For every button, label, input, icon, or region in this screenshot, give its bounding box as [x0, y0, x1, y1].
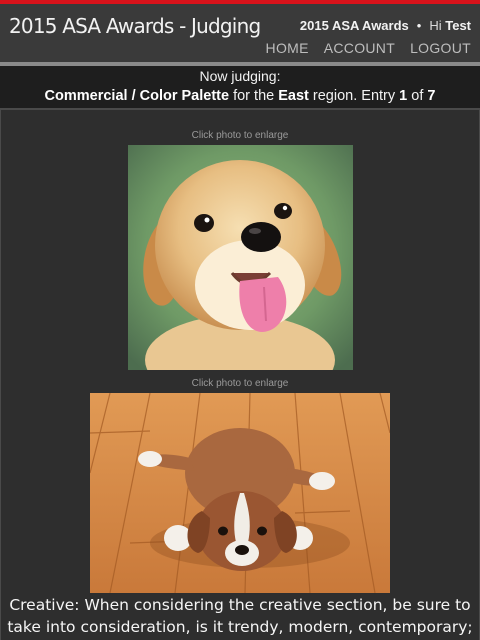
photo-hint: Click photo to enlarge — [191, 130, 289, 141]
user-line: 2015 ASA Awards • Hi Test — [300, 18, 471, 33]
region-text: region. Entry — [312, 88, 396, 104]
main-nav: HOME ACCOUNT LOGOUT — [266, 40, 471, 56]
nav-account-link[interactable]: ACCOUNT — [324, 40, 395, 56]
criteria-line-1: Creative: When considering the creative … — [9, 596, 471, 614]
event-name: 2015 ASA Awards — [299, 18, 409, 33]
puppy-floor-image — [90, 393, 390, 593]
category-name: Commercial / Color Palette — [44, 88, 230, 104]
separator-dot: • — [416, 18, 422, 33]
app-title: 2015 ASA Awards - Judging — [9, 14, 261, 38]
judging-details: Commercial / Color Palette for the East … — [0, 86, 480, 106]
entry-index: 1 — [399, 88, 408, 104]
judging-criteria-text: Creative: When considering the creative … — [0, 594, 480, 638]
judging-status: Now judging: Commercial / Color Palette … — [0, 66, 480, 108]
entry-total: 7 — [427, 88, 436, 104]
criteria-line-2: take into consideration, is it trendy, m… — [7, 618, 473, 636]
of-text: of — [411, 88, 424, 104]
photo-hint: Click photo to enlarge — [191, 378, 289, 389]
username: Test — [445, 18, 471, 33]
judging-heading: Now judging: — [199, 68, 281, 84]
entry-photo-2[interactable] — [90, 393, 390, 593]
greeting: Hi — [429, 18, 442, 33]
for-text: for the — [233, 88, 275, 104]
puppy-face-image — [128, 145, 353, 370]
entry-photo-1[interactable] — [128, 145, 353, 370]
top-bar: 2015 ASA Awards - Judging 2015 ASA Award… — [0, 0, 480, 62]
region-name: East — [278, 88, 309, 104]
nav-home-link[interactable]: HOME — [266, 40, 309, 56]
nav-logout-link[interactable]: LOGOUT — [410, 40, 471, 56]
